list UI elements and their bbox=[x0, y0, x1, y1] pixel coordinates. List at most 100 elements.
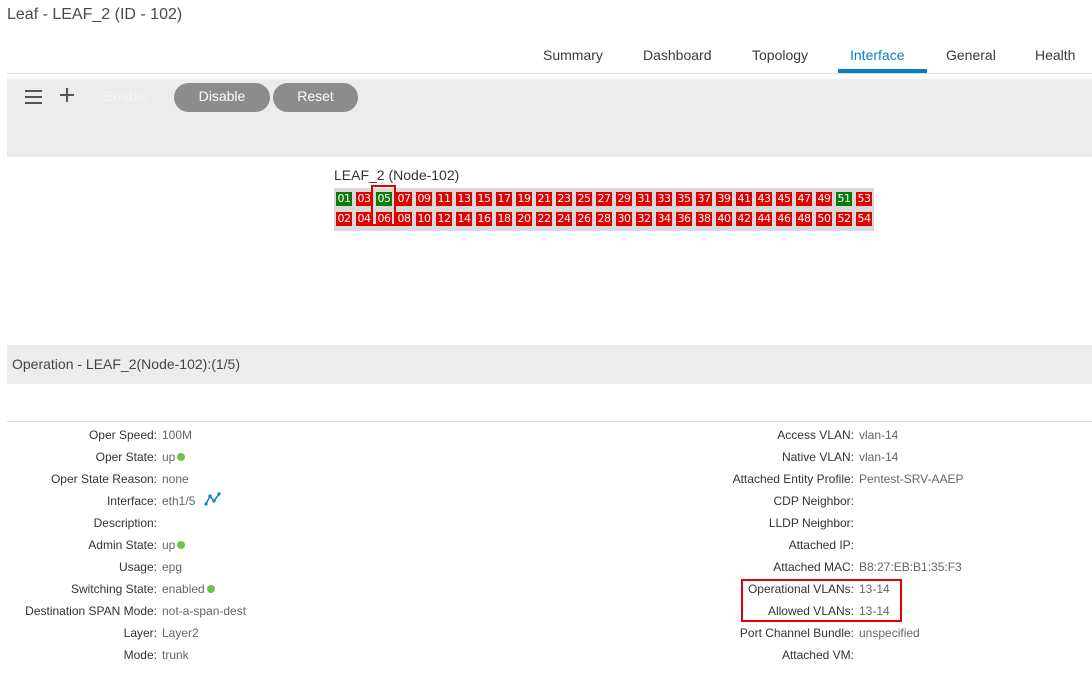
port-30[interactable]: 30 bbox=[616, 212, 632, 226]
port-38[interactable]: 38 bbox=[696, 212, 712, 226]
port-46[interactable]: 46 bbox=[776, 212, 792, 226]
port-45[interactable]: 45 bbox=[776, 192, 792, 206]
property-label: Admin State: bbox=[88, 538, 157, 552]
property-value-text: epg bbox=[162, 560, 183, 574]
port-29[interactable]: 29 bbox=[616, 192, 632, 206]
port-02[interactable]: 02 bbox=[336, 212, 352, 226]
port-44[interactable]: 44 bbox=[756, 212, 772, 226]
tabs-divider bbox=[7, 73, 1092, 74]
tab-summary[interactable]: Summary bbox=[543, 47, 603, 63]
property-value-text: eth1/5 bbox=[162, 494, 196, 508]
property-label: Attached IP: bbox=[788, 538, 854, 552]
property-value: none bbox=[162, 472, 189, 486]
tab-topology[interactable]: Topology bbox=[752, 47, 808, 63]
port-39[interactable]: 39 bbox=[716, 192, 732, 206]
port-37[interactable]: 37 bbox=[696, 192, 712, 206]
port-12[interactable]: 12 bbox=[436, 212, 452, 226]
port-22[interactable]: 22 bbox=[536, 212, 552, 226]
port-52[interactable]: 52 bbox=[836, 212, 852, 226]
port-25[interactable]: 25 bbox=[576, 192, 592, 206]
tab-health[interactable]: Health bbox=[1035, 47, 1075, 63]
tab-dashboard[interactable]: Dashboard bbox=[643, 47, 712, 63]
property-value: epg bbox=[162, 560, 182, 574]
toolbar-subbar bbox=[7, 117, 1092, 157]
port-14[interactable]: 14 bbox=[456, 212, 472, 226]
property-value-text: enabled bbox=[162, 582, 205, 596]
port-03[interactable]: 03 bbox=[356, 192, 372, 206]
property-value: vlan-14 bbox=[859, 450, 898, 464]
property-value-text: not-a-span-dest bbox=[162, 604, 247, 618]
status-up-dot-icon bbox=[177, 541, 186, 549]
port-42[interactable]: 42 bbox=[736, 212, 752, 226]
property-value-text: up bbox=[162, 538, 176, 552]
port-24[interactable]: 24 bbox=[556, 212, 572, 226]
port-11[interactable]: 11 bbox=[436, 192, 452, 206]
port-26[interactable]: 26 bbox=[576, 212, 592, 226]
property-value-text: up bbox=[162, 450, 176, 464]
port-18[interactable]: 18 bbox=[496, 212, 512, 226]
port-40[interactable]: 40 bbox=[716, 212, 732, 226]
property-value: B8:27:EB:B1:35:F3 bbox=[859, 560, 962, 574]
port-07[interactable]: 07 bbox=[396, 192, 412, 206]
property-label: Oper Speed: bbox=[88, 428, 157, 442]
property-value: unspecified bbox=[859, 626, 920, 640]
port-08[interactable]: 08 bbox=[396, 212, 412, 226]
property-value: Pentest-SRV-AAEP bbox=[859, 472, 964, 486]
port-23[interactable]: 23 bbox=[556, 192, 572, 206]
interface-toolbar: Enable Disable Reset bbox=[7, 79, 1092, 117]
port-34[interactable]: 34 bbox=[656, 212, 672, 226]
property-label: Switching State: bbox=[70, 582, 157, 596]
port-27[interactable]: 27 bbox=[596, 192, 612, 206]
port-36[interactable]: 36 bbox=[676, 212, 692, 226]
plus-icon[interactable] bbox=[60, 88, 74, 102]
port-20[interactable]: 20 bbox=[516, 212, 532, 226]
port-35[interactable]: 35 bbox=[676, 192, 692, 206]
port-47[interactable]: 47 bbox=[796, 192, 812, 206]
port-43[interactable]: 43 bbox=[756, 192, 772, 206]
port-09[interactable]: 09 bbox=[416, 192, 432, 206]
port-21[interactable]: 21 bbox=[536, 192, 552, 206]
port-48[interactable]: 48 bbox=[796, 212, 812, 226]
port-15[interactable]: 15 bbox=[476, 192, 492, 206]
property-value: trunk bbox=[162, 648, 189, 662]
enable-button[interactable]: Enable bbox=[104, 88, 148, 104]
property-label: Destination SPAN Mode: bbox=[25, 604, 157, 618]
port-41[interactable]: 41 bbox=[736, 192, 752, 206]
port-19[interactable]: 19 bbox=[516, 192, 532, 206]
port-32[interactable]: 32 bbox=[636, 212, 652, 226]
property-label: Attached MAC: bbox=[773, 560, 854, 574]
status-up-dot-icon bbox=[177, 453, 186, 461]
port-04[interactable]: 04 bbox=[356, 212, 372, 226]
port-13[interactable]: 13 bbox=[456, 192, 472, 206]
reset-button[interactable]: Reset bbox=[273, 83, 358, 112]
port-33[interactable]: 33 bbox=[656, 192, 672, 206]
port-49[interactable]: 49 bbox=[816, 192, 832, 206]
port-17[interactable]: 17 bbox=[496, 192, 512, 206]
property-value-text: Layer2 bbox=[162, 626, 199, 640]
property-value-text: 100M bbox=[162, 428, 193, 442]
port-51[interactable]: 51 bbox=[836, 192, 852, 206]
port-31[interactable]: 31 bbox=[636, 192, 652, 206]
property-value: up bbox=[162, 450, 186, 464]
port-53[interactable]: 53 bbox=[856, 192, 872, 206]
property-value-text: vlan-14 bbox=[859, 450, 899, 464]
tab-general[interactable]: General bbox=[946, 47, 996, 63]
property-label: CDP Neighbor: bbox=[773, 494, 854, 508]
topology-graph-icon[interactable] bbox=[204, 492, 221, 506]
tab-interface[interactable]: Interface bbox=[850, 47, 904, 63]
port-28[interactable]: 28 bbox=[596, 212, 612, 226]
hamburger-menu-icon[interactable] bbox=[25, 90, 42, 104]
port-16[interactable]: 16 bbox=[476, 212, 492, 226]
operation-header: Operation - LEAF_2(Node-102):(1/5) bbox=[7, 345, 1092, 384]
property-label: Layer: bbox=[123, 626, 157, 640]
disable-button[interactable]: Disable bbox=[174, 83, 270, 112]
property-label: Usage: bbox=[118, 560, 157, 574]
port-50[interactable]: 50 bbox=[816, 212, 832, 226]
port-54[interactable]: 54 bbox=[856, 212, 872, 226]
selected-port-highlight bbox=[371, 185, 396, 226]
property-value: enabled bbox=[162, 582, 215, 596]
port-01[interactable]: 01 bbox=[336, 192, 352, 206]
status-up-dot-icon bbox=[206, 585, 215, 593]
page-title: Leaf - LEAF_2 (ID - 102) bbox=[7, 6, 183, 23]
port-10[interactable]: 10 bbox=[416, 212, 432, 226]
